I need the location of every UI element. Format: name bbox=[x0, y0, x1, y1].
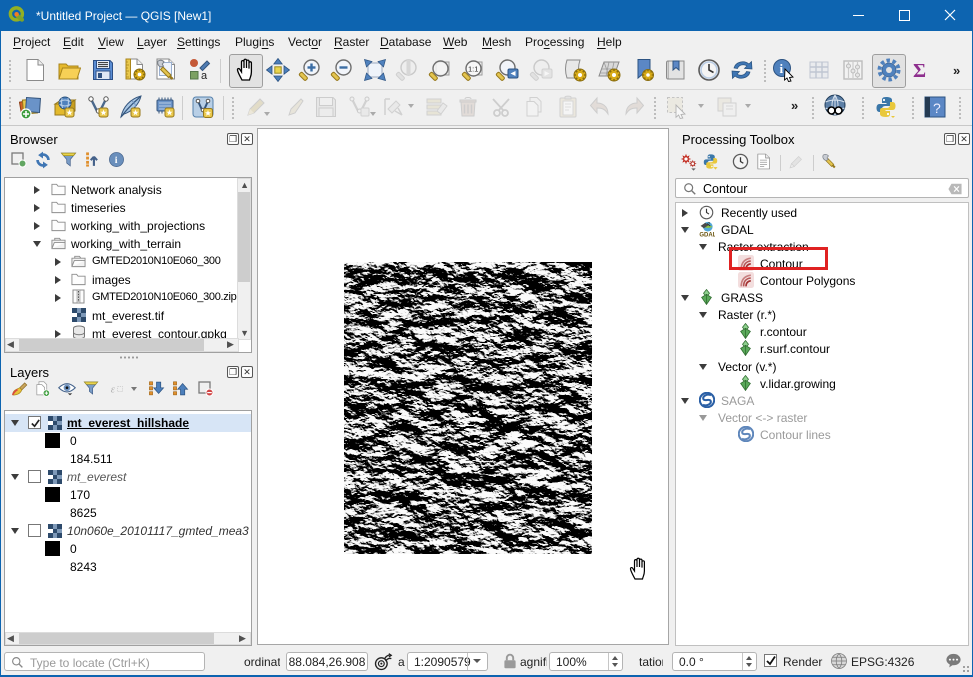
svg-text:?: ? bbox=[933, 100, 941, 116]
svg-text:Σ: Σ bbox=[913, 60, 926, 82]
svg-text:i: i bbox=[780, 61, 784, 76]
svg-text:1:1: 1:1 bbox=[468, 65, 478, 74]
svg-text:a: a bbox=[201, 70, 208, 82]
svg-text:GDAL: GDAL bbox=[699, 233, 715, 238]
svg-text:i: i bbox=[115, 155, 118, 166]
svg-text:ε: ε bbox=[111, 384, 116, 395]
